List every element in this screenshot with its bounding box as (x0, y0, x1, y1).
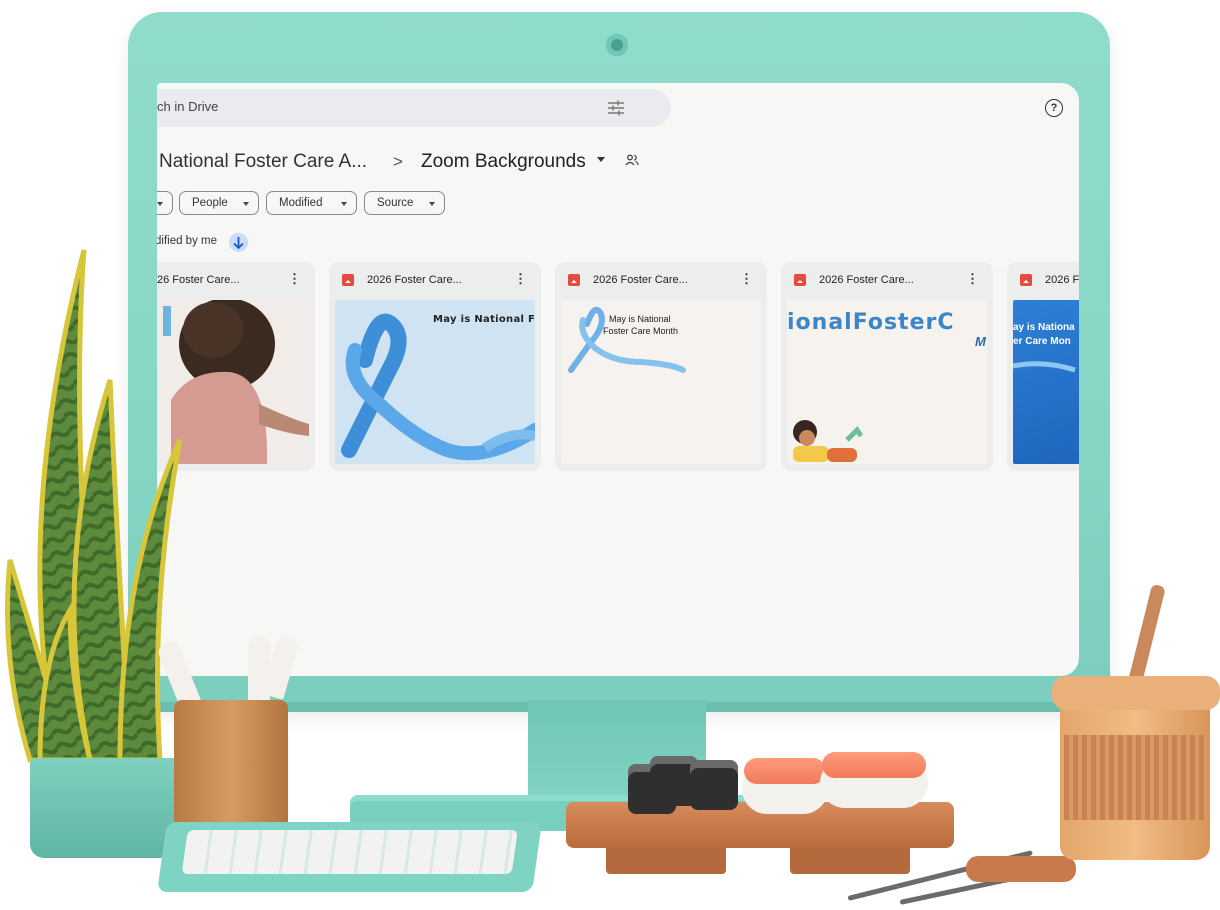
more-vert-icon[interactable]: ⋮ (514, 272, 527, 285)
more-vert-icon[interactable]: ⋮ (288, 272, 301, 285)
marker (248, 636, 270, 706)
file-thumbnail: ionalFosterC M (787, 300, 987, 464)
tune-icon[interactable] (607, 100, 625, 116)
chevron-down-icon (243, 202, 249, 206)
file-thumbnail: ay is Nationa er Care Mon (1013, 300, 1079, 464)
chopstick-rest (966, 856, 1076, 882)
file-card-title: 2026 F (1045, 274, 1079, 286)
image-file-icon (794, 274, 806, 286)
filter-chip-source[interactable]: Source (364, 191, 445, 215)
filter-chip-modified[interactable]: Modified (266, 191, 357, 215)
file-thumbnail: May is National Foster Care Month (561, 300, 761, 464)
filter-chip-label: Source (377, 197, 414, 209)
image-file-icon (568, 274, 580, 286)
file-card[interactable]: 2026 F ay is Nationa er Care Mon (1007, 262, 1079, 471)
search-placeholder: ch in Drive (157, 99, 219, 114)
breadcrumb-parent[interactable]: National Foster Care A... (159, 151, 367, 173)
snake-plant (5, 249, 183, 763)
child-illustration (793, 420, 864, 462)
image-file-icon (342, 274, 354, 286)
chevron-down-icon (341, 202, 347, 206)
image-file-icon (1020, 274, 1032, 286)
drive-screen: ch in Drive ? National Foster Care A... … (157, 83, 1079, 676)
file-thumbnail: May is National Fo (335, 300, 535, 464)
chevron-down-icon (429, 202, 435, 206)
sushi-roll (690, 760, 738, 810)
filter-chip-label: People (192, 197, 228, 209)
keyboard (157, 822, 542, 892)
chevron-down-icon (157, 202, 163, 206)
more-vert-icon[interactable]: ⋮ (740, 272, 753, 285)
file-card[interactable]: 2026 Foster Care... ⋮ May is National Fo… (555, 262, 767, 471)
file-card-title: 2026 Foster Care... (819, 274, 914, 286)
top-bar: ch in Drive ? (157, 83, 1079, 133)
cup-lid (1052, 676, 1220, 710)
filter-chip-label: Modified (279, 197, 323, 209)
awareness-ribbon-graphic (568, 306, 686, 373)
breadcrumb-current-folder[interactable]: Zoom Backgrounds (421, 151, 586, 173)
plant-pot (30, 758, 180, 858)
more-vert-icon[interactable]: ⋮ (966, 272, 979, 285)
cup-sleeve (1064, 735, 1206, 820)
salmon-slice (822, 752, 926, 778)
filter-chip-people[interactable]: People (179, 191, 259, 215)
file-card[interactable]: 2026 Foster Care... ⋮ May is National Fo (329, 262, 541, 471)
shared-folder-icon (625, 154, 639, 166)
awareness-ribbon-graphic (341, 313, 535, 461)
arrow-down-icon[interactable] (229, 233, 248, 252)
webcam (606, 34, 628, 56)
salmon-slice (744, 758, 826, 784)
keyboard-keys (181, 830, 518, 874)
file-card[interactable]: 2026 Foster Care... ⋮ ionalFosterC M (781, 262, 993, 471)
help-circle-icon[interactable]: ? (1045, 99, 1063, 117)
chevron-down-icon[interactable] (597, 157, 605, 162)
breadcrumb-separator: > (393, 152, 403, 171)
straw (1128, 583, 1166, 685)
file-card-title: 2026 Foster Care... (593, 274, 688, 286)
filter-chip-type[interactable] (157, 191, 173, 215)
pencil-cup (174, 700, 288, 830)
search-input[interactable]: ch in Drive (157, 89, 671, 127)
file-card-title: 2026 Foster Care... (367, 274, 462, 286)
awareness-ribbon-graphic (1013, 361, 1076, 373)
